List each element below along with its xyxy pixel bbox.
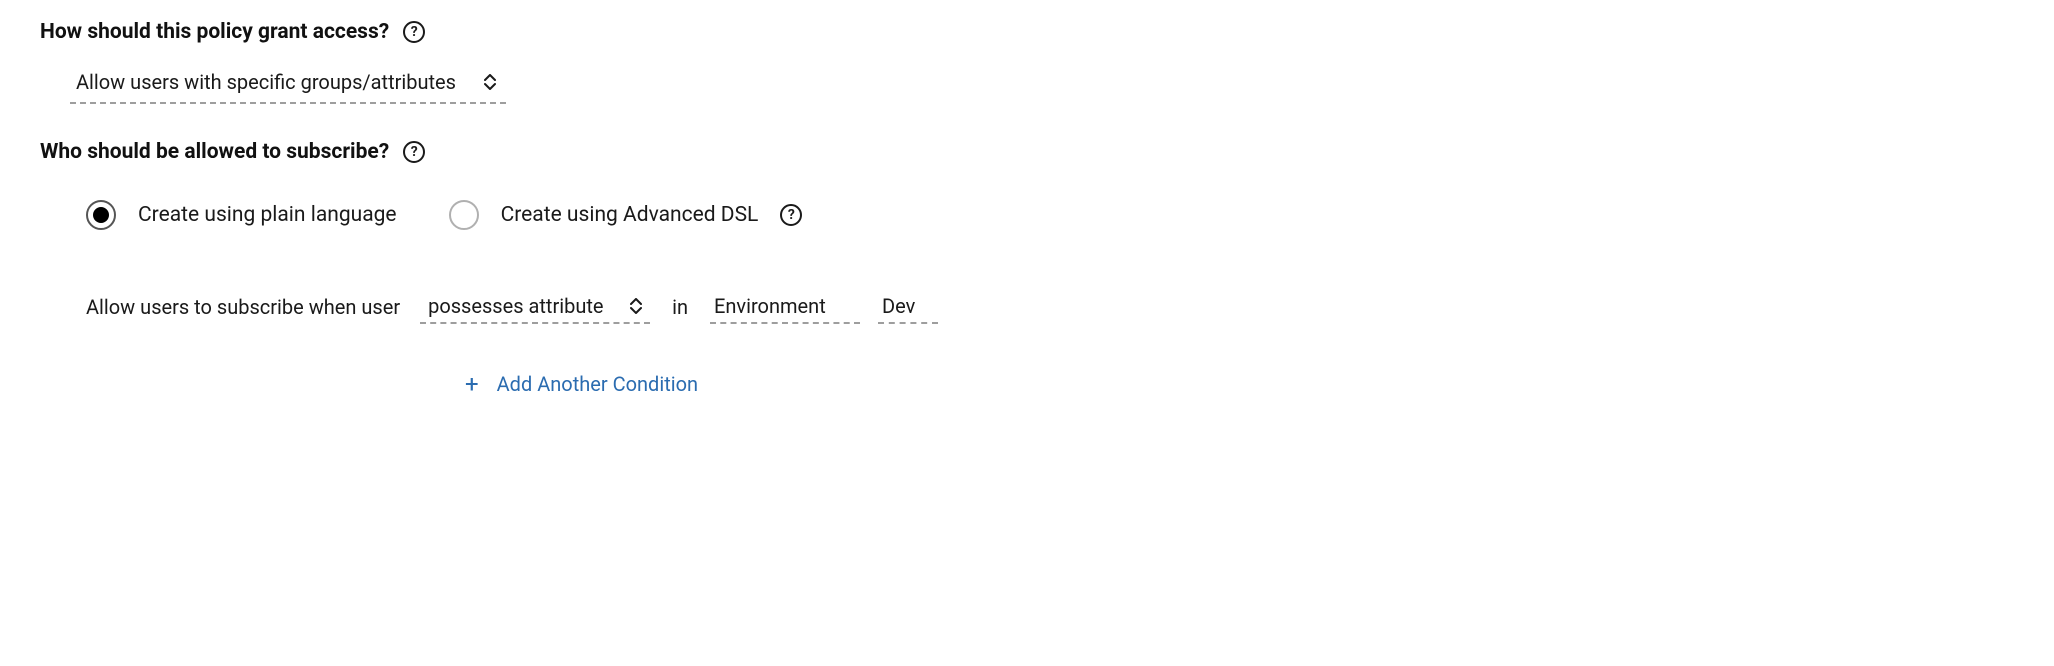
attribute-key-value: Environment (714, 294, 826, 318)
radio-plain-label: Create using plain language (138, 203, 397, 227)
radio-circle-icon (449, 200, 479, 230)
radio-dot-icon (93, 207, 109, 223)
help-icon[interactable]: ? (403, 141, 425, 163)
help-icon[interactable]: ? (780, 204, 802, 226)
condition-prefix: Allow users to subscribe when user (86, 295, 402, 319)
attribute-value-field[interactable]: Dev (878, 290, 938, 324)
grant-access-heading: How should this policy grant access? (40, 20, 389, 44)
grant-access-select-value: Allow users with specific groups/attribu… (76, 70, 456, 94)
add-condition-label: Add Another Condition (497, 372, 698, 396)
predicate-select[interactable]: possesses attribute (420, 290, 650, 324)
create-mode-radio-group: Create using plain language Create using… (86, 200, 2014, 230)
radio-circle-icon (86, 200, 116, 230)
condition-row: Allow users to subscribe when user posse… (86, 290, 2014, 324)
radio-dsl-label: Create using Advanced DSL (501, 203, 759, 227)
predicate-select-value: possesses attribute (428, 294, 603, 318)
condition-joiner: in (668, 295, 692, 319)
chevron-updown-icon (630, 298, 642, 314)
plus-icon: + (465, 372, 479, 396)
radio-advanced-dsl[interactable]: Create using Advanced DSL ? (449, 200, 803, 230)
subscribe-heading-row: Who should be allowed to subscribe? ? (40, 140, 2014, 164)
chevron-updown-icon (484, 74, 496, 90)
grant-access-heading-row: How should this policy grant access? ? (40, 20, 2014, 44)
attribute-key-field[interactable]: Environment (710, 290, 860, 324)
subscribe-heading: Who should be allowed to subscribe? (40, 140, 389, 164)
help-icon[interactable]: ? (403, 21, 425, 43)
grant-access-select[interactable]: Allow users with specific groups/attribu… (70, 62, 506, 104)
radio-plain-language[interactable]: Create using plain language (86, 200, 397, 230)
attribute-value-value: Dev (882, 294, 915, 318)
add-condition-button[interactable]: + Add Another Condition (465, 372, 698, 396)
